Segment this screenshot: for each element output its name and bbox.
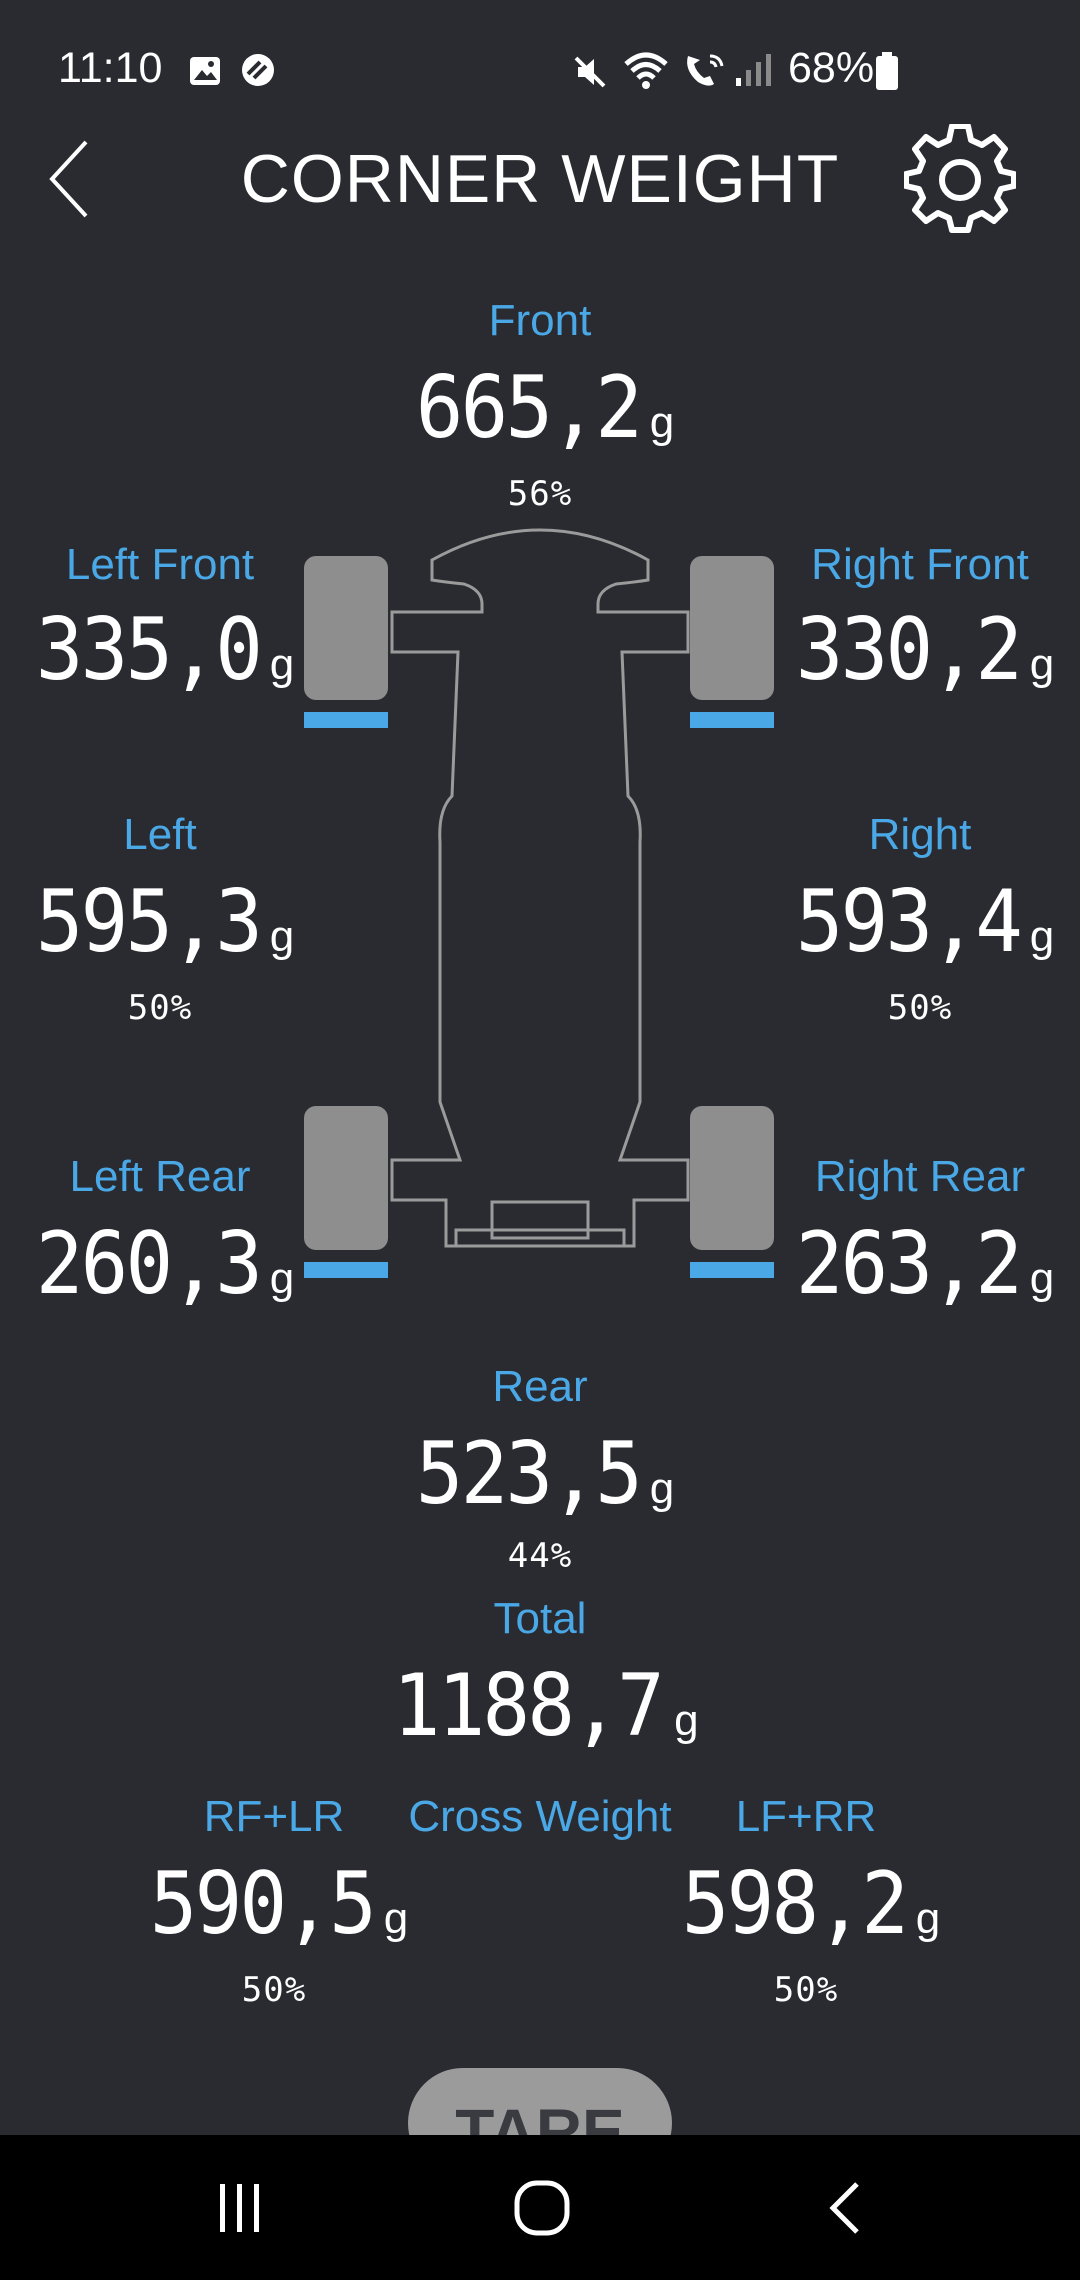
- rf-lr-weight: 590,5: [149, 1854, 377, 1954]
- system-navbar: [0, 2135, 1080, 2280]
- unit: g: [269, 1254, 295, 1303]
- home-button[interactable]: [472, 2135, 612, 2280]
- right-rear-value: 263,2 g: [780, 1214, 1060, 1314]
- nav-back-button[interactable]: [776, 2135, 916, 2280]
- wheel-left-rear-indicator: [304, 1262, 388, 1278]
- left-label: Left: [123, 810, 197, 859]
- recent-apps-button[interactable]: [170, 2135, 310, 2280]
- front-value: 665,2 g: [340, 358, 740, 458]
- wheel-right-rear: [690, 1106, 774, 1250]
- battery-icon: [876, 52, 898, 90]
- gear-icon: [903, 123, 1017, 233]
- lf-rr-weight: 598,2: [681, 1854, 909, 1954]
- home-icon: [514, 2180, 570, 2235]
- unit: g: [674, 1696, 699, 1745]
- right-front-value: 330,2 g: [780, 600, 1060, 700]
- right-value: 593,4 g: [780, 872, 1060, 972]
- gallery-icon: [190, 57, 220, 85]
- left-rear-label: Left Rear: [69, 1152, 251, 1201]
- total-weight: 1188,7: [393, 1656, 665, 1756]
- left-front-value: 335,0 g: [20, 600, 300, 700]
- rf-lr-percent: 50%: [241, 1970, 307, 2010]
- wheel-left-rear: [304, 1106, 388, 1250]
- left-front-weight: 335,0: [35, 600, 263, 700]
- unit: g: [383, 1894, 409, 1943]
- unit: g: [1029, 912, 1055, 961]
- unit: g: [269, 912, 295, 961]
- mute-icon: [574, 56, 606, 88]
- unit: g: [1029, 1254, 1055, 1303]
- wheel-left-front: [304, 556, 388, 700]
- rear-value: 523,5 g: [340, 1424, 740, 1524]
- front-label: Front: [488, 296, 592, 345]
- total-value: 1188,7 g: [340, 1656, 740, 1756]
- recent-apps-icon: [220, 2183, 259, 2232]
- left-value: 595,3 g: [20, 872, 300, 972]
- rf-lr-label: RF+LR: [203, 1792, 345, 1841]
- wheel-right-rear-indicator: [690, 1262, 774, 1278]
- right-front-label: Right Front: [811, 540, 1029, 589]
- back-icon: [829, 2181, 859, 2234]
- lf-rr-percent: 50%: [773, 1970, 839, 2010]
- rf-lr-value: 590,5 g: [124, 1854, 424, 1954]
- unit: g: [1029, 640, 1055, 689]
- cross-weight-label: Cross Weight: [408, 1792, 672, 1841]
- sync-icon: [242, 54, 274, 86]
- signal-icon: [736, 54, 771, 86]
- right-label: Right: [868, 810, 972, 859]
- right-front-weight: 330,2: [795, 600, 1023, 700]
- left-front-label: Left Front: [65, 540, 255, 589]
- wheel-left-front-indicator: [304, 712, 388, 728]
- status-time: 11:10: [58, 44, 163, 92]
- lf-rr-value: 598,2 g: [656, 1854, 956, 1954]
- right-weight: 593,4: [795, 872, 1023, 972]
- wheel-right-front: [690, 556, 774, 700]
- wifi-icon: [624, 52, 668, 89]
- rear-percent: 44%: [507, 1536, 573, 1576]
- rear-weight: 523,5: [415, 1424, 643, 1524]
- left-percent: 50%: [127, 988, 193, 1028]
- battery-percent: 68%: [788, 44, 875, 92]
- total-label: Total: [493, 1594, 587, 1643]
- left-rear-weight: 260,3: [35, 1214, 263, 1314]
- left-weight: 595,3: [35, 872, 263, 972]
- unit: g: [269, 640, 295, 689]
- wifi-calling-icon: [687, 54, 724, 86]
- settings-button[interactable]: [903, 123, 1017, 236]
- rear-label: Rear: [492, 1362, 588, 1411]
- right-rear-weight: 263,2: [795, 1214, 1023, 1314]
- lf-rr-label: LF+RR: [735, 1792, 877, 1841]
- left-rear-value: 260,3 g: [20, 1214, 300, 1314]
- unit: g: [649, 398, 675, 447]
- right-rear-label: Right Rear: [814, 1152, 1026, 1201]
- wheel-right-front-indicator: [690, 712, 774, 728]
- front-percent: 56%: [507, 474, 573, 514]
- unit: g: [915, 1894, 941, 1943]
- front-weight: 665,2: [415, 358, 643, 458]
- right-percent: 50%: [887, 988, 953, 1028]
- unit: g: [649, 1464, 675, 1513]
